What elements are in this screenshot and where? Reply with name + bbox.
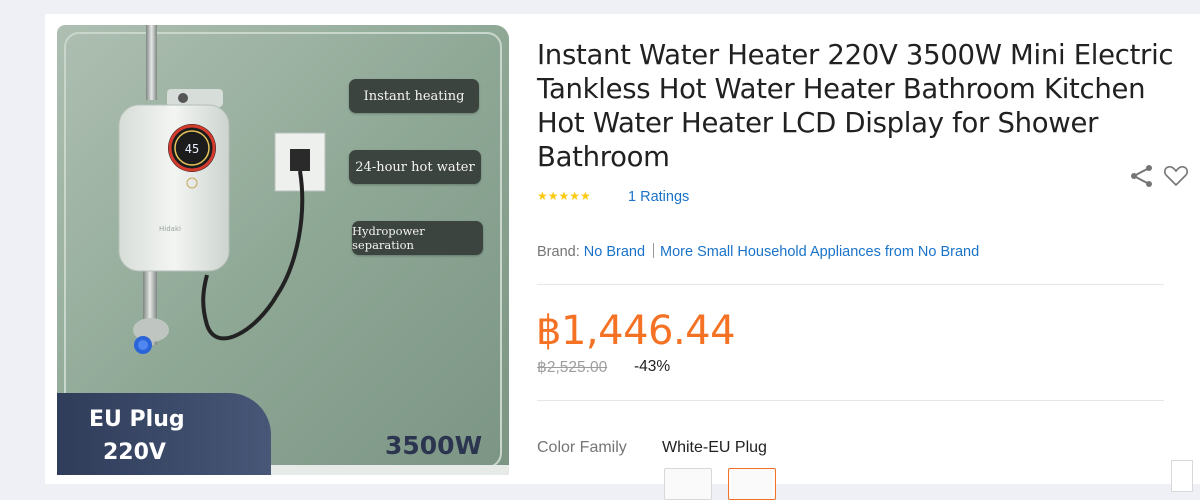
color-swatch-2[interactable] (728, 468, 776, 500)
discount-badge: -43% (634, 358, 671, 375)
divider (537, 284, 1164, 285)
voltage-text: 220V (103, 440, 166, 465)
heart-icon[interactable] (1163, 164, 1189, 188)
ratings-count-link[interactable]: 1 Ratings (628, 189, 689, 205)
share-icon[interactable] (1129, 163, 1155, 189)
plug-type-text: EU Plug (89, 407, 185, 432)
brand-divider (653, 243, 655, 258)
feature-badge-24-hour-hot-water: 24-hour hot water (349, 150, 481, 184)
rating-stars: ★★★★★ (537, 189, 591, 203)
color-family-label: Color Family (537, 439, 627, 456)
product-image-gallery[interactable]: 45 Hidaki Instant heating 24-hour hot wa… (57, 25, 509, 475)
swatch-scroll-button[interactable] (1171, 460, 1193, 492)
power-rating-text: 3500W (385, 431, 483, 460)
brand-row: Brand: No Brand More Small Household Appl… (537, 243, 979, 260)
product-title: Instant Water Heater 220V 3500W Mini Ele… (537, 39, 1174, 173)
original-price: ฿2,525.00 (537, 359, 608, 376)
color-family-value: White-EU Plug (662, 439, 767, 456)
heater-display-digits: 45 (185, 142, 199, 156)
more-from-brand-link[interactable]: More Small Household Appliances from No … (660, 244, 979, 260)
color-swatch-1[interactable] (664, 468, 712, 500)
brand-label: Brand: (537, 244, 580, 260)
current-price: ฿1,446.44 (536, 308, 736, 354)
divider (537, 400, 1164, 401)
heater-brand-text: Hidaki (159, 225, 181, 233)
feature-badge-instant-heating: Instant heating (349, 79, 479, 113)
brand-link[interactable]: No Brand (584, 244, 645, 260)
feature-badge-hydropower-separation: Hydropower separation (352, 221, 483, 255)
